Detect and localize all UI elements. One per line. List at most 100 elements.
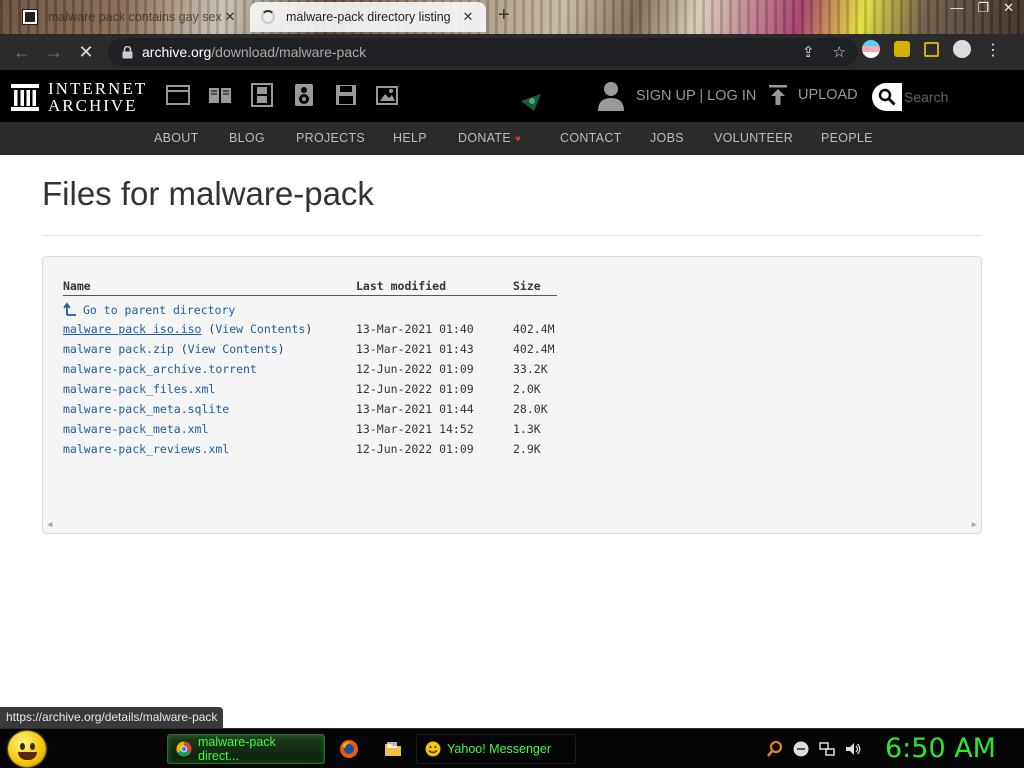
search-input[interactable] — [902, 83, 1002, 111]
file-link[interactable]: malware-pack_meta.sqlite — [63, 402, 229, 416]
bookmark-star-icon[interactable]: ☆ — [833, 43, 846, 61]
page-title: Files for malware-pack — [42, 175, 374, 212]
task-label: Yahoo! Messenger — [447, 742, 551, 756]
eye-logo-icon — [521, 94, 541, 111]
browser-tab[interactable]: malware pack contains gay sex ✕ — [12, 2, 248, 32]
audio-speaker-icon[interactable] — [291, 82, 317, 108]
table-row: malware-pack_archive.torrent 12-Jun-2022… — [63, 362, 663, 380]
logo-line-1: INTERNET — [48, 79, 148, 98]
nav-people[interactable]: PEOPLE — [821, 131, 873, 145]
stop-loading-icon[interactable]: ✕ — [70, 38, 102, 66]
os-taskbar: malware-pack direct... Yahoo! Messenger … — [0, 728, 1024, 768]
status-bar-hover-url: https://archive.org/details/malware-pack — [0, 707, 224, 728]
taskbar-chrome-task[interactable]: malware-pack direct... — [167, 734, 325, 764]
close-tab-icon[interactable]: ✕ — [222, 9, 238, 25]
file-modified: 12-Jun-2022 01:09 — [356, 382, 474, 396]
search-tray-icon[interactable] — [766, 740, 784, 758]
minimize-icon[interactable]: — — [950, 0, 963, 16]
firefox-icon[interactable] — [339, 739, 359, 759]
volume-tray-icon[interactable] — [844, 740, 862, 758]
scroll-right-arrow-icon[interactable]: ▶ — [972, 520, 977, 530]
close-window-icon[interactable]: ✕ — [1003, 0, 1014, 16]
parent-directory-link[interactable]: Go to parent directory — [83, 303, 235, 317]
nav-jobs[interactable]: JOBS — [650, 131, 684, 145]
yahoo-messenger-icon — [425, 741, 441, 757]
nav-volunteer[interactable]: VOLUNTEER — [714, 131, 793, 145]
parent-directory-row: Go to parent directory — [63, 302, 663, 320]
images-icon[interactable] — [375, 82, 401, 108]
nav-donate-label: DONATE — [458, 131, 511, 145]
address-bar[interactable]: archive.org/download/malware-pack ⇪ ☆ — [108, 38, 858, 66]
view-contents-link[interactable]: View Contents — [188, 342, 278, 356]
extensions-puzzle-icon[interactable] — [894, 41, 910, 57]
forward-arrow-icon[interactable]: → — [38, 38, 70, 66]
view-contents-link[interactable]: View Contents — [215, 322, 305, 336]
table-row: malware pack.zip (View Contents) 13-Mar-… — [63, 342, 555, 356]
back-arrow-icon[interactable]: ← — [6, 38, 38, 66]
profile-avatar-icon[interactable] — [953, 40, 971, 58]
file-size: 2.9K — [513, 442, 541, 456]
internet-archive-favicon-icon — [22, 9, 38, 25]
task-label: malware-pack direct... — [198, 735, 276, 763]
nav-contact[interactable]: CONTACT — [560, 131, 622, 145]
file-link[interactable]: malware pack iso.iso — [63, 322, 201, 336]
browser-tab-active[interactable]: malware-pack directory listing ✕ — [250, 2, 486, 32]
chrome-icon — [176, 741, 192, 757]
loading-spinner-icon — [260, 9, 276, 25]
file-modified: 12-Jun-2022 01:09 — [356, 362, 474, 376]
upload-link[interactable]: UPLOAD — [768, 84, 858, 106]
file-size: 402.4M — [513, 342, 555, 356]
file-link[interactable]: malware-pack_archive.torrent — [63, 362, 257, 376]
table-row: malware-pack_meta.xml 13-Mar-2021 14:52 … — [63, 422, 663, 440]
file-size: 28.0K — [513, 402, 548, 416]
file-size: 2.0K — [513, 382, 541, 396]
video-film-icon[interactable] — [249, 82, 275, 108]
nav-donate[interactable]: DONATE ♥ — [458, 131, 521, 145]
divider — [42, 235, 982, 236]
maximize-icon[interactable]: ❐ — [977, 0, 989, 16]
extension-flag-icon[interactable] — [862, 40, 880, 58]
messenger-tray-icon[interactable] — [792, 740, 810, 758]
header-underline — [63, 295, 557, 296]
browser-menu-icon[interactable]: ⋮ — [985, 40, 1001, 59]
folder-icon[interactable] — [383, 739, 403, 759]
window-controls: — ❐ ✕ — [950, 0, 1014, 16]
search-box — [872, 83, 1002, 111]
system-tray — [766, 740, 862, 758]
nav-help[interactable]: HELP — [393, 131, 427, 145]
new-tab-icon[interactable]: + — [498, 4, 510, 27]
close-tab-icon[interactable]: ✕ — [460, 9, 476, 25]
file-size: 402.4M — [513, 322, 555, 336]
directory-listing: Name Last modified Size Go to parent dir… — [42, 256, 982, 534]
file-link[interactable]: malware-pack_files.xml — [63, 382, 215, 396]
taskbar-clock: 6:50 AM — [885, 733, 996, 764]
software-floppy-icon[interactable] — [333, 82, 359, 108]
archive-temple-icon — [11, 84, 39, 111]
user-person-icon — [598, 82, 624, 111]
file-modified: 13-Mar-2021 01:40 — [356, 322, 474, 336]
internet-archive-logo[interactable]: INTERNET ARCHIVE — [10, 80, 147, 114]
file-link[interactable]: malware pack.zip — [63, 342, 174, 356]
taskbar-yahoo-messenger-task[interactable]: Yahoo! Messenger — [416, 734, 576, 764]
nav-about[interactable]: ABOUT — [154, 131, 199, 145]
file-link[interactable]: malware-pack_meta.xml — [63, 422, 208, 436]
file-link[interactable]: malware-pack_reviews.xml — [63, 442, 229, 456]
share-icon[interactable]: ⇪ — [802, 43, 815, 61]
network-tray-icon[interactable] — [818, 740, 836, 758]
file-modified: 12-Jun-2022 01:09 — [356, 442, 474, 456]
texts-book-icon[interactable] — [207, 82, 233, 108]
side-panel-icon[interactable] — [924, 41, 939, 57]
search-magnifier-icon[interactable] — [872, 83, 902, 111]
nav-projects[interactable]: PROJECTS — [296, 131, 365, 145]
ia-nav-bar: ABOUT BLOG PROJECTS HELP DONATE ♥ CONTACT… — [0, 122, 1024, 155]
start-smiley-icon[interactable] — [8, 731, 46, 767]
lock-icon — [120, 45, 134, 59]
file-modified: 13-Mar-2021 01:43 — [356, 342, 474, 356]
column-header-name: Name — [63, 279, 91, 293]
file-modified: 13-Mar-2021 01:44 — [356, 402, 474, 416]
web-icon[interactable] — [165, 82, 191, 108]
scroll-left-arrow-icon[interactable]: ◀ — [47, 520, 52, 530]
tab-title: malware-pack directory listing — [286, 10, 451, 24]
sign-up-login-link[interactable]: SIGN UP | LOG IN — [596, 80, 756, 112]
nav-blog[interactable]: BLOG — [229, 131, 265, 145]
